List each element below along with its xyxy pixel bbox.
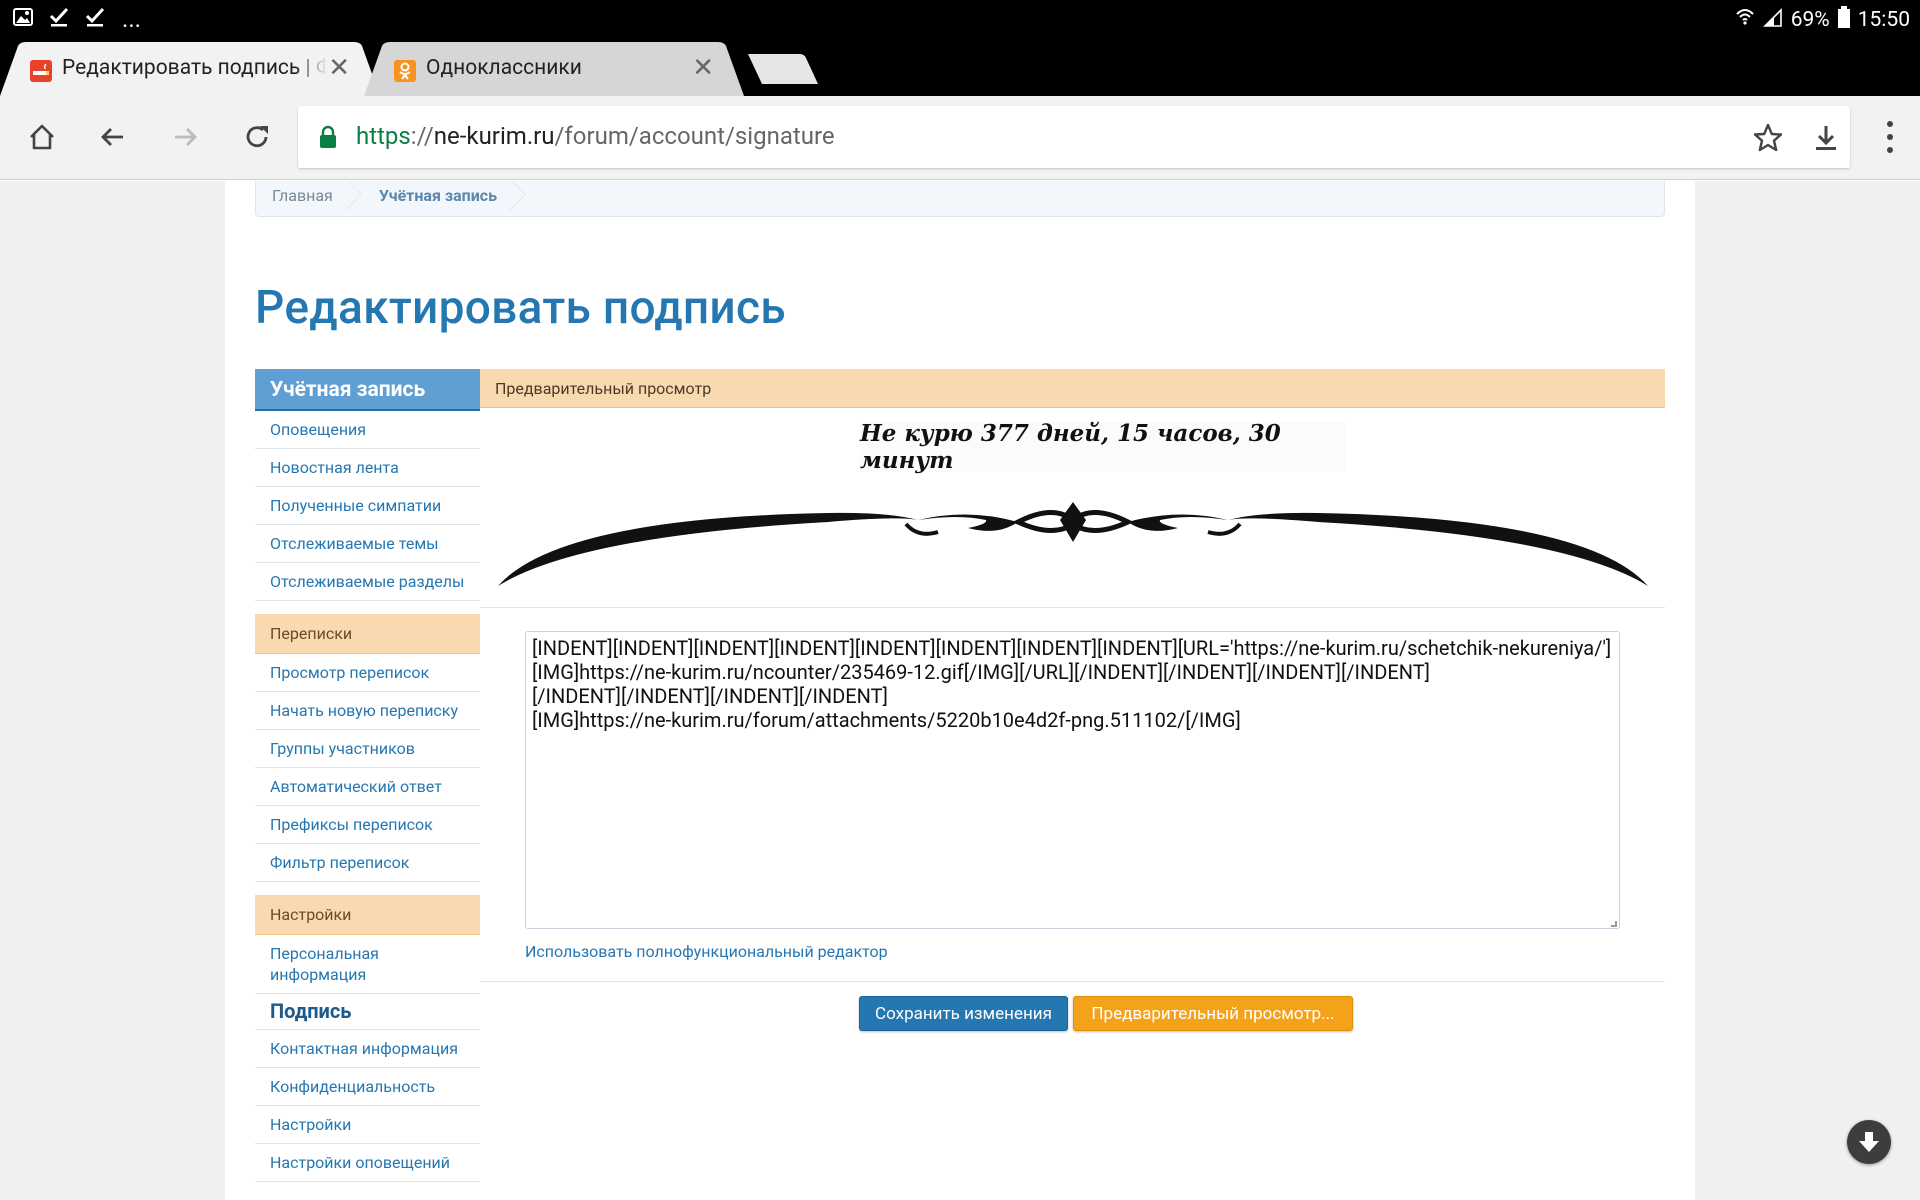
sidebar-item-view-conversations[interactable]: Просмотр переписок (255, 654, 480, 692)
forward-arrow-icon[interactable] (167, 119, 203, 155)
scroll-down-button[interactable] (1847, 1120, 1891, 1164)
sidebar-item-privacy[interactable]: Конфиденциальность (255, 1068, 480, 1106)
bookmark-star-icon[interactable] (1752, 122, 1784, 154)
lock-icon (320, 125, 336, 148)
use-full-editor-link[interactable]: Использовать полнофункциональный редакто… (525, 942, 888, 961)
sidebar-item-alerts[interactable]: Оповещения (255, 411, 480, 449)
web-page: Главная Учётная запись Редактировать под… (0, 181, 1920, 1200)
breadcrumb: Главная Учётная запись (255, 181, 1665, 217)
browser-toolbar: https://ne-kurim.ru/forum/account/signat… (0, 96, 1920, 180)
sidebar-item-contact-details[interactable]: Контактная информация (255, 1030, 480, 1068)
signature-form: Предварительный просмотр Не курю 377 дне… (480, 369, 1665, 1031)
odnoklassniki-favicon (394, 60, 416, 82)
wifi-icon (1735, 6, 1755, 34)
sidebar-heading-account[interactable]: Учётная запись (255, 369, 480, 411)
new-tab-button[interactable] (748, 54, 818, 84)
sidebar-heading-settings[interactable]: Настройки (255, 895, 480, 935)
page-title: Редактировать подпись (255, 281, 786, 335)
check-notification-icon (84, 6, 106, 32)
ornament-divider-image (498, 502, 1648, 586)
image-notification-icon (12, 6, 34, 32)
battery-icon (1837, 6, 1850, 34)
content-area: Главная Учётная запись Редактировать под… (225, 181, 1695, 1200)
download-icon[interactable] (1810, 122, 1842, 154)
overflow-menu-icon[interactable] (1884, 118, 1896, 156)
resize-handle-icon[interactable] (1611, 921, 1617, 927)
smoke-free-counter-image[interactable]: Не курю 377 дней, 15 часов, 30 минут (860, 420, 1345, 474)
back-arrow-icon[interactable] (95, 119, 131, 155)
signature-editor[interactable]: [INDENT][INDENT][INDENT][INDENT][INDENT]… (525, 631, 1620, 929)
save-changes-button[interactable]: Сохранить изменения (859, 996, 1068, 1031)
sidebar-item-conversation-filter[interactable]: Фильтр переписок (255, 844, 480, 882)
tab-inactive[interactable]: Одноклассники ✕ (364, 42, 744, 96)
arrow-down-icon (1859, 1132, 1879, 1152)
signature-preview: Не курю 377 дней, 15 часов, 30 минут (480, 408, 1665, 608)
sidebar-item-watched-threads[interactable]: Отслеживаемые темы (255, 525, 480, 563)
tab-strip: Редактировать подпись | Ф ✕ Одноклассник… (0, 38, 1920, 96)
sidebar-heading-conversations[interactable]: Переписки (255, 614, 480, 654)
address-bar[interactable]: https://ne-kurim.ru/forum/account/signat… (298, 106, 1850, 168)
breadcrumb-account[interactable]: Учётная запись (359, 181, 523, 216)
sidebar-item-preferences[interactable]: Настройки (255, 1106, 480, 1144)
home-icon[interactable] (24, 119, 60, 155)
tab-title: Редактировать подпись | Ф (62, 56, 327, 80)
check-notification-icon (48, 6, 70, 32)
cellular-signal-icon (1762, 6, 1783, 34)
breadcrumb-home[interactable]: Главная (256, 181, 359, 216)
tab-active[interactable]: Редактировать подпись | Ф ✕ (0, 42, 380, 96)
sidebar-item-member-groups[interactable]: Группы участников (255, 730, 480, 768)
close-icon[interactable]: ✕ (328, 55, 350, 81)
sidebar-item-personal-details[interactable]: Персональная информация (255, 935, 480, 994)
tab-title: Одноклассники (426, 56, 582, 80)
more-notifications-indicator: ... (122, 5, 141, 33)
sidebar-item-alert-preferences[interactable]: Настройки оповещений (255, 1144, 480, 1182)
reload-icon[interactable] (239, 119, 275, 155)
sidebar-item-start-conversation[interactable]: Начать новую переписку (255, 692, 480, 730)
close-icon[interactable]: ✕ (692, 55, 714, 81)
preview-heading: Предварительный просмотр (480, 369, 1665, 408)
sidebar-item-likes-received[interactable]: Полученные симпатии (255, 487, 480, 525)
sidebar-item-signature[interactable]: Подпись (255, 994, 480, 1030)
sidebar-item-news-feed[interactable]: Новостная лента (255, 449, 480, 487)
sidebar-item-auto-reply[interactable]: Автоматический ответ (255, 768, 480, 806)
clock: 15:50 (1857, 8, 1910, 32)
sidebar-item-watched-forums[interactable]: Отслеживаемые разделы (255, 563, 480, 601)
preview-button[interactable]: Предварительный просмотр... (1073, 996, 1353, 1031)
divider (480, 981, 1665, 982)
account-sidebar: Учётная запись Оповещения Новостная лент… (255, 369, 480, 1182)
url-text[interactable]: https://ne-kurim.ru/forum/account/signat… (356, 122, 835, 150)
sidebar-item-conversation-prefixes[interactable]: Префиксы переписок (255, 806, 480, 844)
battery-percent: 69% (1790, 8, 1830, 32)
smoking-site-favicon (30, 60, 52, 82)
status-bar: ... 69% 15:50 (0, 0, 1920, 38)
